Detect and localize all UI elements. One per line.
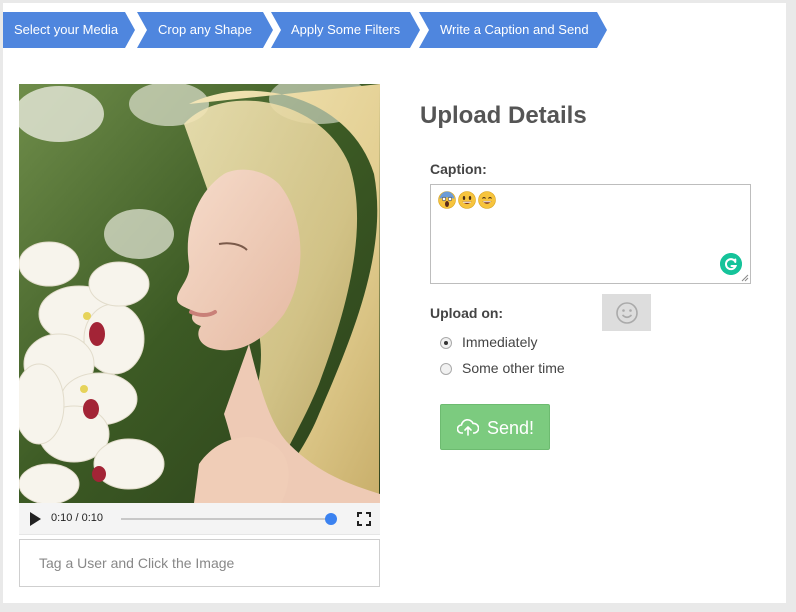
step-select-media[interactable]: Select your Media: [3, 12, 135, 48]
grinning-face-emoji: [458, 191, 476, 209]
radio-button[interactable]: [440, 337, 452, 349]
portrait-photo: [19, 84, 380, 503]
cloud-upload-icon: [457, 419, 479, 436]
video-controls: 0:10 / 0:10: [19, 503, 380, 535]
media-image[interactable]: [19, 84, 380, 503]
radio-button[interactable]: [440, 363, 452, 375]
send-label: Send!: [487, 418, 535, 438]
step-label: Select your Media: [14, 22, 119, 37]
grammarly-icon[interactable]: [720, 253, 742, 275]
time-display: 0:10 / 0:10: [51, 512, 103, 524]
radio-label: Immediately: [462, 334, 538, 350]
step-apply-filters[interactable]: Apply Some Filters: [271, 12, 420, 48]
smiley-icon: [616, 302, 638, 324]
tag-user-input[interactable]: [19, 539, 380, 587]
radio-label: Some other time: [462, 360, 565, 376]
seek-progress: [121, 518, 331, 520]
step-label: Write a Caption and Send: [440, 22, 589, 37]
step-label: Apply Some Filters: [291, 22, 401, 37]
step-label: Crop any Shape: [158, 22, 252, 37]
seek-bar[interactable]: [121, 513, 337, 525]
play-icon[interactable]: [30, 512, 41, 526]
upload-on-label: Upload on:: [430, 305, 504, 321]
step-caption-send[interactable]: Write a Caption and Send: [419, 12, 607, 48]
smiling-face-emoji: [478, 191, 496, 209]
screaming-face-emoji: [438, 191, 456, 209]
emoji-picker-button[interactable]: [602, 294, 651, 331]
seek-handle[interactable]: [325, 513, 337, 525]
resize-grip-icon[interactable]: [741, 274, 749, 282]
page-title: Upload Details: [420, 102, 587, 129]
send-button[interactable]: Send!: [440, 404, 550, 450]
step-crop-shape[interactable]: Crop any Shape: [137, 12, 273, 48]
caption-emojis: [438, 191, 498, 209]
fullscreen-icon[interactable]: [357, 512, 371, 526]
caption-label: Caption:: [430, 161, 487, 177]
caption-textarea[interactable]: [430, 184, 751, 284]
